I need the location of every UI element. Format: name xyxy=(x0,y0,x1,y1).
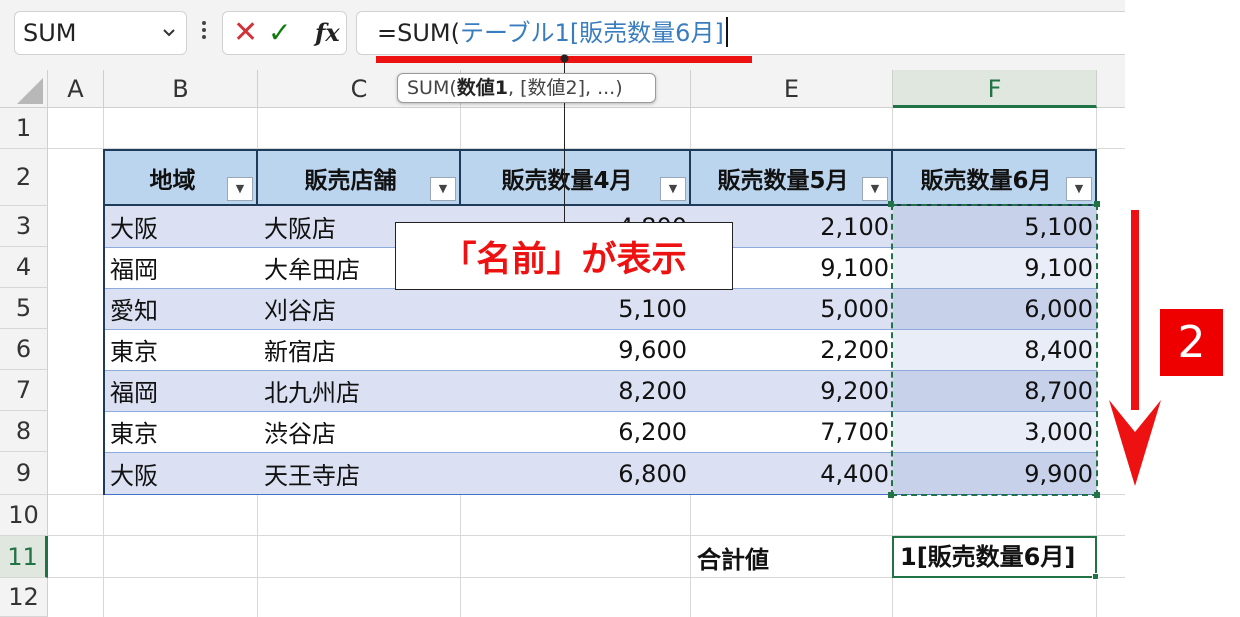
table-header-june: 販売数量6月 ▼ xyxy=(893,149,1097,206)
cancel-icon[interactable]: ✕ xyxy=(233,12,258,54)
table-cell-store[interactable]: 渋谷店 xyxy=(258,411,461,452)
table-cell-region[interactable]: 東京 xyxy=(104,329,258,370)
table-cell-may[interactable]: 9,200 xyxy=(691,370,893,411)
table-cell-april[interactable]: 9,600 xyxy=(461,329,691,370)
table-header-label: 販売店舗 xyxy=(304,167,397,194)
table-cell-region[interactable]: 福岡 xyxy=(104,247,258,288)
active-cell-text: 1[販売数量6月] xyxy=(900,543,1076,571)
select-all-corner[interactable] xyxy=(0,70,48,108)
table-cell-april[interactable]: 6,800 xyxy=(461,452,691,495)
selection-handle[interactable] xyxy=(888,492,894,498)
enter-icon[interactable]: ✓ xyxy=(268,12,291,54)
table-cell-store[interactable]: 刈谷店 xyxy=(258,288,461,329)
column-header-e[interactable]: E xyxy=(691,70,893,108)
table-cell-region[interactable]: 愛知 xyxy=(104,288,258,329)
row-header-5[interactable]: 5 xyxy=(0,288,48,329)
table-header-may: 販売数量5月 ▼ xyxy=(691,149,893,206)
step-number: 2 xyxy=(1177,317,1206,368)
active-cell-f11[interactable]: 1[販売数量6月] xyxy=(892,536,1097,578)
insert-function-icon[interactable]: fx xyxy=(315,12,340,54)
table-cell-may[interactable]: 2,200 xyxy=(691,329,893,370)
chevron-down-icon[interactable] xyxy=(162,12,176,70)
tooltip-function-name: SUM( xyxy=(407,77,457,99)
row-header-11[interactable]: 11 xyxy=(0,536,48,578)
row-header-9[interactable]: 9 xyxy=(0,452,48,495)
row-header-7[interactable]: 7 xyxy=(0,370,48,411)
tooltip-remaining-args: , [数値2], ...) xyxy=(508,77,623,99)
table-cell-store[interactable]: 天王寺店 xyxy=(258,452,461,495)
formula-function-text: =SUM( xyxy=(377,19,460,47)
table-cell-april[interactable]: 5,100 xyxy=(461,288,691,329)
filter-dropdown-icon[interactable]: ▼ xyxy=(660,177,686,201)
table-header-label: 販売数量5月 xyxy=(717,167,849,194)
table-cell-region[interactable]: 福岡 xyxy=(104,370,258,411)
table-cell-may[interactable]: 7,700 xyxy=(691,411,893,452)
formula-buttons: ✕ ✓ fx xyxy=(222,11,347,55)
filter-dropdown-icon[interactable]: ▼ xyxy=(430,177,456,201)
tooltip-active-arg: 数値1 xyxy=(456,77,509,99)
row-header-8[interactable]: 8 xyxy=(0,411,48,452)
table-cell-may[interactable]: 4,400 xyxy=(691,452,893,495)
name-box[interactable]: SUM xyxy=(14,11,187,55)
table-header-april: 販売数量4月 ▼ xyxy=(461,149,691,206)
table-cell-store[interactable]: 新宿店 xyxy=(258,329,461,370)
text-caret xyxy=(725,17,728,47)
row-header-6[interactable]: 6 xyxy=(0,329,48,370)
row-header-3[interactable]: 3 xyxy=(0,206,48,247)
selection-handle[interactable] xyxy=(1094,201,1100,207)
connector-dot-icon xyxy=(560,54,569,63)
step-number-badge: 2 xyxy=(1160,309,1223,376)
formula-input[interactable]: =SUM(テーブル1[販売数量6月] xyxy=(356,11,1125,55)
row-header-2[interactable]: 2 xyxy=(0,149,48,206)
table-cell-may[interactable]: 5,000 xyxy=(691,288,893,329)
filter-dropdown-icon[interactable]: ▼ xyxy=(862,177,888,201)
table-header-label: 販売数量4月 xyxy=(501,167,633,194)
table-cell-april[interactable]: 8,200 xyxy=(461,370,691,411)
row-header-4[interactable]: 4 xyxy=(0,247,48,288)
name-displayed-callout: 「名前」が表示 xyxy=(395,222,733,290)
column-header-b[interactable]: B xyxy=(104,70,258,108)
selection-handle[interactable] xyxy=(888,201,894,207)
selection-handle[interactable] xyxy=(1094,492,1100,498)
table-cell-region[interactable]: 大阪 xyxy=(104,452,258,495)
callout-text: 「名前」が表示 xyxy=(441,239,687,280)
down-arrow-icon xyxy=(1109,210,1161,486)
filter-dropdown-icon[interactable]: ▼ xyxy=(227,177,253,201)
table-cell-store[interactable]: 北九州店 xyxy=(258,370,461,411)
table-header-region: 地域 ▼ xyxy=(103,149,258,206)
formula-reference-marquee xyxy=(891,204,1098,496)
table-cell-april[interactable]: 6,200 xyxy=(461,411,691,452)
formula-reference-text: テーブル1[販売数量6月] xyxy=(459,19,724,47)
table-header-label: 販売数量6月 xyxy=(920,167,1052,194)
row-header-1[interactable]: 1 xyxy=(0,108,48,149)
more-options-icon[interactable] xyxy=(197,18,211,48)
function-tooltip: SUM(数値1, [数値2], ...) xyxy=(397,73,656,103)
table-cell-region[interactable]: 東京 xyxy=(104,411,258,452)
row-header-12[interactable]: 12 xyxy=(0,578,48,617)
table-header-store: 販売店舗 ▼ xyxy=(258,149,461,206)
total-label: 合計値 xyxy=(697,545,769,574)
name-box-value: SUM xyxy=(23,19,77,47)
row-header-10[interactable]: 10 xyxy=(0,495,48,536)
filter-dropdown-icon[interactable]: ▼ xyxy=(1066,177,1092,201)
fill-handle[interactable] xyxy=(1092,573,1099,580)
table-cell-region[interactable]: 大阪 xyxy=(104,206,258,247)
column-header-a[interactable]: A xyxy=(48,70,104,108)
column-header-f[interactable]: F xyxy=(893,70,1097,108)
table-header-label: 地域 xyxy=(149,167,196,194)
